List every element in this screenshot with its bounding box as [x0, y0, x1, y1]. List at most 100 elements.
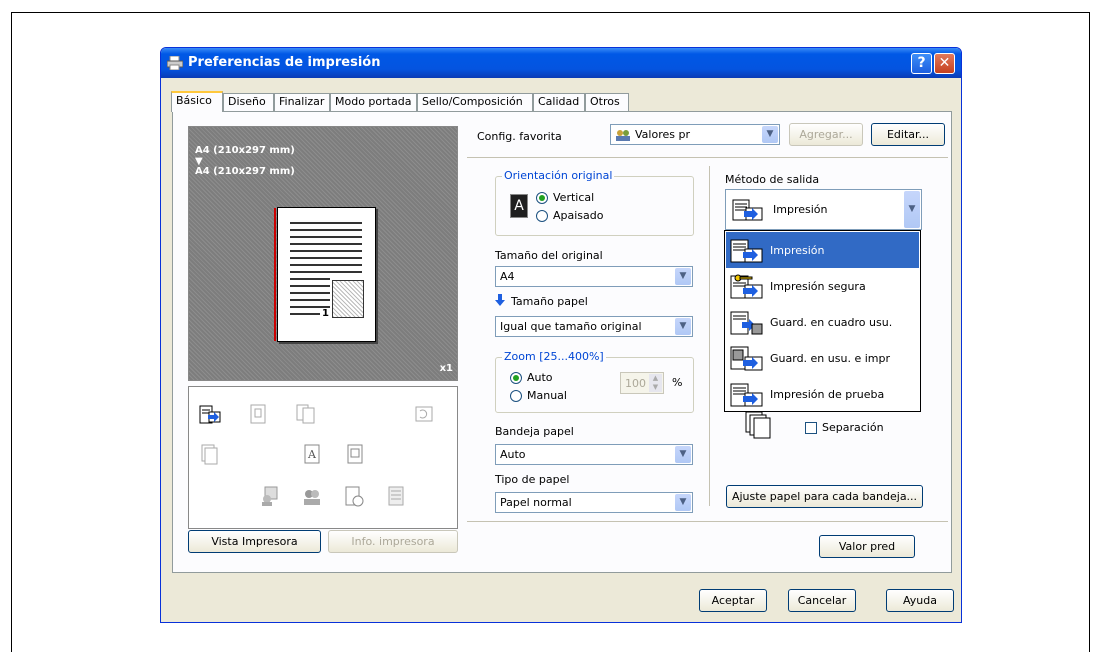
- add-favorite-button: Agregar...: [789, 123, 863, 146]
- paper-size-value: Igual que tamaño original: [500, 320, 642, 333]
- print-output-icon: [732, 199, 763, 221]
- favorite-select[interactable]: Valores pr ▼: [610, 124, 780, 145]
- favorite-label: Config. favorita: [477, 130, 562, 143]
- svg-text:A: A: [307, 448, 317, 461]
- separation-icon: [745, 412, 771, 439]
- zoom-auto-label: Auto: [527, 371, 553, 384]
- paper-size-label: Tamaño papel: [511, 295, 588, 308]
- zoom-manual-label: Manual: [527, 389, 567, 402]
- vertical-separator: [709, 166, 710, 506]
- help-icon[interactable]: ?: [911, 53, 932, 74]
- output-option-secure-print[interactable]: Impresión segura: [726, 268, 919, 304]
- preview-page-number: 1: [322, 308, 329, 319]
- tab-calidad[interactable]: Calidad: [533, 93, 585, 111]
- output-method-select[interactable]: Impresión ▼: [725, 189, 922, 230]
- help-button[interactable]: Ayuda: [886, 589, 954, 612]
- separation-checkbox[interactable]: [805, 422, 817, 434]
- paper-tray-label: Bandeja papel: [495, 425, 574, 438]
- chevron-down-icon[interactable]: ▼: [675, 268, 691, 285]
- output-option-print[interactable]: Impresión: [726, 232, 919, 268]
- output-option-save-box-label: Guard. en cuadro usu.: [770, 316, 893, 329]
- tab-modo-portada[interactable]: Modo portada: [330, 93, 417, 111]
- zoom-manual-radio[interactable]: [510, 390, 522, 402]
- tray-paper-settings-button[interactable]: Ajuste papel para cada bandeja...: [726, 485, 923, 508]
- output-option-proof-print[interactable]: Impresión de prueba: [726, 376, 919, 412]
- output-option-save-and-print-label: Guard. en usu. e impr: [770, 352, 890, 365]
- original-size-value: A4: [500, 270, 515, 283]
- page-preview: A4 (210x297 mm) ▼ A4 (210x297 mm) 1 x1: [188, 126, 458, 381]
- default-values-button[interactable]: Valor pred: [819, 535, 915, 558]
- save-and-print-icon: [730, 346, 763, 371]
- separation-label: Separación: [822, 421, 884, 434]
- output-method-dropdown-list: Impresión Impresión segura Guard. en cua…: [724, 230, 921, 412]
- vertical-radio[interactable]: [536, 192, 548, 204]
- title-bar[interactable]: Preferencias de impresión ? ✕: [161, 48, 961, 78]
- zoom-title: Zoom [25...400%]: [502, 350, 606, 363]
- output-option-proof-print-label: Impresión de prueba: [770, 388, 885, 401]
- window-title: Preferencias de impresión: [188, 55, 381, 70]
- output-method-label: Método de salida: [725, 173, 820, 186]
- output-option-secure-print-label: Impresión segura: [770, 280, 866, 293]
- tab-sello-composicion[interactable]: Sello/Composición: [417, 93, 533, 111]
- tab-diseno[interactable]: Diseño: [223, 93, 274, 111]
- landscape-label: Apaisado: [553, 209, 604, 222]
- printer-icon: [167, 56, 183, 70]
- paper-size-select[interactable]: Igual que tamaño original ▼: [495, 316, 693, 337]
- chevron-down-icon[interactable]: ▼: [675, 494, 691, 511]
- output-method-value: Impresión: [773, 203, 828, 216]
- zoom-group: Zoom [25...400%] Auto Manual 100 ▲ ▼ %: [495, 350, 694, 413]
- function-icons-panel: A: [188, 386, 458, 529]
- print-output-icon[interactable]: [199, 403, 221, 425]
- text-stamp-icon: A: [304, 444, 320, 464]
- separator-bottom: [467, 521, 948, 522]
- paper-tray-select[interactable]: Auto ▼: [495, 444, 693, 465]
- paper-type-select[interactable]: Papel normal ▼: [495, 492, 693, 513]
- print-output-icon: [730, 239, 763, 263]
- zoom-auto-radio[interactable]: [510, 372, 522, 384]
- tab-basico[interactable]: Básico: [171, 91, 223, 112]
- copy-pages-icon: [296, 404, 315, 424]
- preview-original-size: A4 (210x297 mm): [195, 145, 295, 156]
- binding-margin-line: [274, 208, 276, 341]
- spin-down-icon: ▼: [649, 383, 662, 392]
- vertical-label: Vertical: [553, 191, 595, 204]
- original-size-label: Tamaño del original: [495, 249, 603, 262]
- zoom-spinner: 100 ▲ ▼: [620, 372, 664, 394]
- ok-button[interactable]: Aceptar: [699, 589, 767, 612]
- close-icon[interactable]: ✕: [934, 53, 955, 74]
- output-option-save-and-print[interactable]: Guard. en usu. e impr: [726, 340, 919, 376]
- landscape-radio[interactable]: [536, 210, 548, 222]
- chevron-down-icon[interactable]: ▼: [904, 191, 920, 228]
- chevron-down-icon[interactable]: ▼: [762, 126, 778, 143]
- paper-type-label: Tipo de papel: [495, 473, 570, 486]
- preview-paper-size: A4 (210x297 mm): [195, 166, 295, 177]
- printer-view-button[interactable]: Vista Impresora: [188, 530, 321, 553]
- paper-tray-value: Auto: [500, 448, 526, 461]
- paper-type-value: Papel normal: [500, 496, 572, 509]
- edit-favorite-button[interactable]: Editar...: [871, 123, 945, 146]
- zoom-unit: %: [672, 376, 683, 389]
- chevron-down-icon[interactable]: ▼: [675, 446, 691, 463]
- tab-finalizar[interactable]: Finalizar: [274, 93, 330, 111]
- user-auth-icon: [262, 486, 278, 506]
- favorite-value: Valores pr: [635, 128, 690, 141]
- arrow-down-icon: [495, 294, 505, 306]
- original-size-select[interactable]: A4 ▼: [495, 266, 693, 287]
- print-preferences-dialog: Preferencias de impresión ? ✕ Básico Dis…: [160, 47, 962, 623]
- document-list-icon: [388, 486, 404, 506]
- booklet-icon: [250, 404, 266, 424]
- separator: [467, 157, 948, 158]
- watermark-icon: [347, 444, 363, 464]
- account-track-icon: [304, 490, 320, 505]
- chevron-down-icon[interactable]: ▼: [675, 318, 691, 335]
- spin-up-icon: ▲: [649, 374, 662, 383]
- cancel-button[interactable]: Cancelar: [788, 589, 856, 612]
- save-box-icon: [730, 311, 763, 335]
- orientation-title: Orientación original: [502, 169, 615, 182]
- portrait-orientation-icon: A: [510, 194, 528, 218]
- stack-icon: [201, 444, 218, 465]
- rotate-page-icon: [415, 406, 433, 422]
- preview-copies: x1: [439, 363, 453, 374]
- output-option-save-box[interactable]: Guard. en cuadro usu.: [726, 304, 919, 340]
- tab-otros[interactable]: Otros: [585, 93, 629, 111]
